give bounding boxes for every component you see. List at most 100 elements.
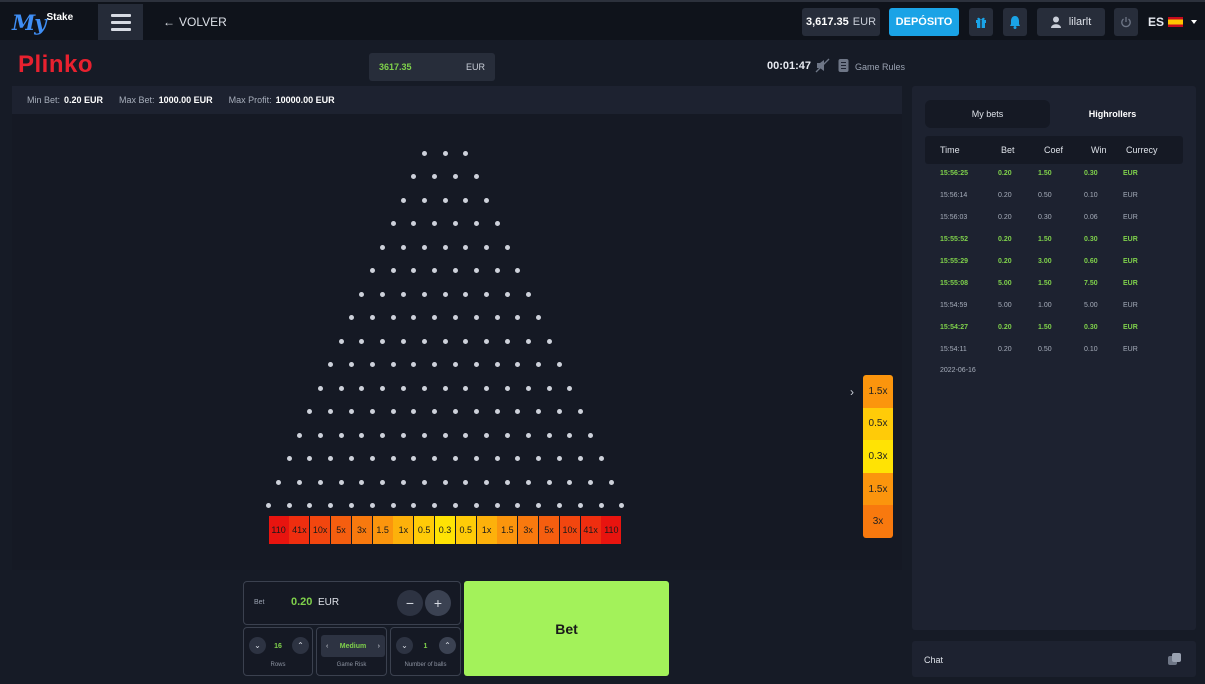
- plinko-peg: [473, 456, 479, 461]
- plinko-peg: [536, 503, 542, 508]
- plinko-peg: [317, 385, 323, 391]
- bell-icon: [1010, 16, 1020, 29]
- language-selector[interactable]: ES: [1148, 15, 1198, 29]
- chevron-left-icon[interactable]: ‹: [326, 643, 328, 650]
- plinko-peg: [317, 432, 323, 438]
- plinko-peg: [359, 385, 365, 391]
- bet-cell-time: 15:55:08: [940, 280, 969, 287]
- deposit-button[interactable]: DEPÓSITO: [889, 8, 959, 36]
- hamburger-menu-button[interactable]: [98, 4, 143, 40]
- plinko-peg: [421, 385, 427, 391]
- bet-cell-cur: EUR: [1123, 258, 1138, 265]
- bet-row: 15:56:03 0.20 0.30 0.06 EUR: [925, 207, 1183, 229]
- plinko-peg: [432, 174, 438, 179]
- rows-increase-button[interactable]: ⌃: [292, 637, 309, 654]
- plinko-peg: [484, 432, 490, 438]
- plinko-peg: [484, 291, 490, 297]
- plinko-peg: [400, 244, 406, 250]
- plinko-peg: [442, 338, 448, 344]
- plinko-peg: [432, 221, 438, 226]
- chevron-right-icon[interactable]: ›: [378, 643, 380, 650]
- plinko-peg: [494, 456, 500, 461]
- bet-row: 15:54:59 5.00 1.00 5.00 EUR: [925, 295, 1183, 317]
- plinko-peg: [442, 385, 448, 391]
- chat-icon: [1168, 653, 1181, 665]
- place-bet-button[interactable]: Bet: [464, 581, 669, 676]
- plinko-peg: [515, 409, 521, 414]
- sound-off-icon[interactable]: [815, 58, 830, 73]
- plinko-peg: [421, 338, 427, 344]
- chat-bar[interactable]: Chat: [912, 641, 1196, 677]
- plinko-peg: [359, 338, 365, 344]
- plinko-peg: [390, 315, 396, 320]
- decrease-bet-button[interactable]: −: [397, 590, 423, 616]
- plinko-peg: [265, 503, 271, 508]
- plinko-peg: [307, 409, 313, 414]
- mystake-logo[interactable]: My Stake: [12, 10, 73, 35]
- plinko-peg: [432, 268, 438, 273]
- plinko-peg: [608, 479, 614, 485]
- bet-cell-coef: 1.50: [1038, 236, 1052, 243]
- bet-cell-coef: 1.50: [1038, 280, 1052, 287]
- plinko-peg: [546, 432, 552, 438]
- plinko-peg: [442, 432, 448, 438]
- notifications-button[interactable]: [1003, 8, 1027, 36]
- bet-cell-coef: 0.50: [1038, 192, 1052, 199]
- balls-increase-button[interactable]: ⌃: [439, 637, 456, 654]
- plinko-peg: [348, 315, 354, 320]
- plinko-peg: [619, 503, 625, 508]
- limit-label: Min Bet:: [27, 95, 61, 105]
- min-bet-limit: Min Bet: 0.20 EUR: [27, 95, 103, 105]
- bet-amount-value[interactable]: 0.20: [291, 596, 312, 608]
- plinko-peg: [577, 503, 583, 508]
- bets-tabs: My bets Highrollers: [925, 100, 1183, 128]
- user-menu-button[interactable]: lilarlt: [1037, 8, 1105, 36]
- max-profit-limit: Max Profit: 10000.00 EUR: [229, 95, 335, 105]
- plinko-peg: [348, 503, 354, 508]
- bet-cell-time: 15:54:11: [940, 346, 967, 353]
- multiplier-slot: 3x: [351, 516, 372, 544]
- back-link[interactable]: ← VOLVER: [163, 15, 227, 29]
- game-rules-link[interactable]: Game Rules: [855, 62, 905, 72]
- menu-line: [110, 27, 131, 31]
- plinko-peg: [338, 385, 344, 391]
- limit-value: 10000.00 EUR: [275, 95, 335, 105]
- plinko-peg: [484, 197, 490, 203]
- logout-button[interactable]: [1114, 8, 1138, 36]
- bet-currency: EUR: [318, 597, 340, 608]
- plinko-peg: [598, 503, 604, 508]
- balls-stepper: ⌄ 1 ⌃ Number of balls: [390, 627, 461, 676]
- risk-selector: ‹ Medium › Game Risk: [316, 627, 387, 676]
- plinko-peg: [452, 503, 458, 508]
- plinko-peg: [400, 291, 406, 297]
- plinko-peg: [369, 268, 375, 273]
- bet-cell-time: 15:56:03: [940, 214, 968, 221]
- plinko-peg: [380, 479, 386, 485]
- bet-cell-time: 15:56:14: [940, 192, 968, 199]
- tab-highrollers[interactable]: Highrollers: [1050, 100, 1175, 128]
- session-timer: 00:01:47: [767, 60, 812, 72]
- risk-dropdown[interactable]: ‹ Medium ›: [321, 635, 385, 657]
- gift-button[interactable]: [969, 8, 993, 36]
- bets-panel: My bets Highrollers Time Bet Coef Win Cu…: [912, 86, 1196, 630]
- tab-my-bets[interactable]: My bets: [925, 100, 1050, 128]
- plinko-peg: [421, 432, 427, 438]
- account-balance[interactable]: 3,617.35 EUR: [802, 8, 880, 36]
- plinko-peg: [411, 221, 417, 226]
- chevron-right-icon[interactable]: ›: [850, 385, 854, 399]
- rules-icon[interactable]: [838, 58, 849, 73]
- plinko-peg: [432, 362, 438, 367]
- game-title: Plinko: [18, 51, 94, 78]
- plinko-peg: [463, 432, 469, 438]
- bets-table-header: Time Bet Coef Win Currecy: [925, 136, 1183, 164]
- plinko-peg: [452, 268, 458, 273]
- plinko-peg: [567, 432, 573, 438]
- plinko-peg: [546, 385, 552, 391]
- plinko-peg: [421, 244, 427, 250]
- plinko-peg: [494, 409, 500, 414]
- plinko-peg: [556, 362, 562, 367]
- plinko-peg: [515, 456, 521, 461]
- plinko-peg: [411, 362, 417, 367]
- bet-cell-cur: EUR: [1123, 302, 1138, 309]
- increase-bet-button[interactable]: +: [425, 590, 451, 616]
